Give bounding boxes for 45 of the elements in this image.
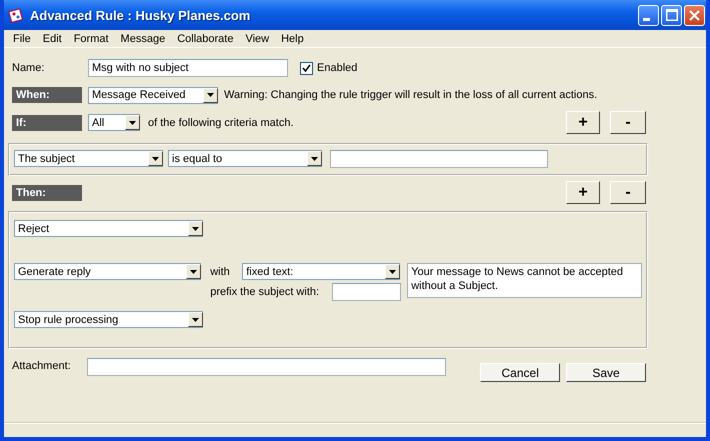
- section-label: If:: [12, 114, 82, 130]
- prefix-label: prefix the subject with:: [210, 286, 320, 298]
- field-dropdown[interactable]: The subject: [14, 150, 163, 167]
- section-label: Then:: [12, 184, 82, 200]
- criteria-text: of the following criteria match.: [148, 116, 294, 128]
- app-icon: [8, 7, 24, 23]
- attachment-field[interactable]: [86, 358, 446, 376]
- warning-text: Warning: Changing the rule trigger will result in the loss of all current actions.: [224, 89, 598, 101]
- minimize-icon: [643, 18, 650, 20]
- operator-dropdown[interactable]: is equal to: [168, 150, 322, 167]
- action-dropdown[interactable]: Generate reply: [14, 263, 202, 280]
- menu-item[interactable]: File: [7, 32, 37, 44]
- trigger-dropdown[interactable]: Message Received: [88, 86, 218, 104]
- action-dropdown[interactable]: Reject: [14, 220, 203, 237]
- enabled-checkbox[interactable]: [300, 62, 313, 74]
- menu-item[interactable]: Edit: [36, 32, 68, 44]
- section-label: When:: [12, 87, 82, 103]
- close-button[interactable]: [684, 4, 705, 26]
- enabled-label: Enabled: [317, 62, 358, 74]
- save-button[interactable]: Save: [566, 363, 646, 382]
- minimize-button[interactable]: [638, 4, 659, 26]
- window-title: Advanced Rule : Husky Planes.com: [30, 8, 250, 22]
- prefix-field[interactable]: [332, 283, 402, 301]
- with-label: with: [210, 266, 231, 278]
- menu-item[interactable]: View: [239, 32, 276, 44]
- remove-button[interactable]: -: [610, 181, 646, 204]
- value-field[interactable]: [330, 150, 548, 168]
- name-label: Name:: [12, 62, 46, 74]
- cancel-button[interactable]: Cancel: [480, 363, 560, 382]
- maximize-button[interactable]: [661, 4, 682, 26]
- source-dropdown[interactable]: fixed text:: [242, 263, 400, 280]
- menu-item[interactable]: Collaborate: [171, 32, 240, 44]
- action-dropdown[interactable]: Stop rule processing: [14, 311, 203, 328]
- add-button[interactable]: +: [566, 181, 600, 204]
- reply-text-area[interactable]: Your message to News cannot be accepted without a Subject.: [407, 263, 642, 298]
- maximize-icon: [666, 9, 678, 21]
- match-dropdown[interactable]: All: [88, 114, 140, 131]
- menu-item[interactable]: Format: [68, 32, 115, 44]
- name-field[interactable]: Msg with no subject: [88, 59, 288, 77]
- attachment-label: Attachment:: [12, 360, 72, 372]
- menu-item[interactable]: Message: [114, 32, 172, 44]
- remove-button[interactable]: -: [610, 111, 646, 134]
- menu-item[interactable]: Help: [275, 32, 310, 44]
- add-button[interactable]: +: [566, 111, 600, 134]
- close-icon: [689, 10, 700, 20]
